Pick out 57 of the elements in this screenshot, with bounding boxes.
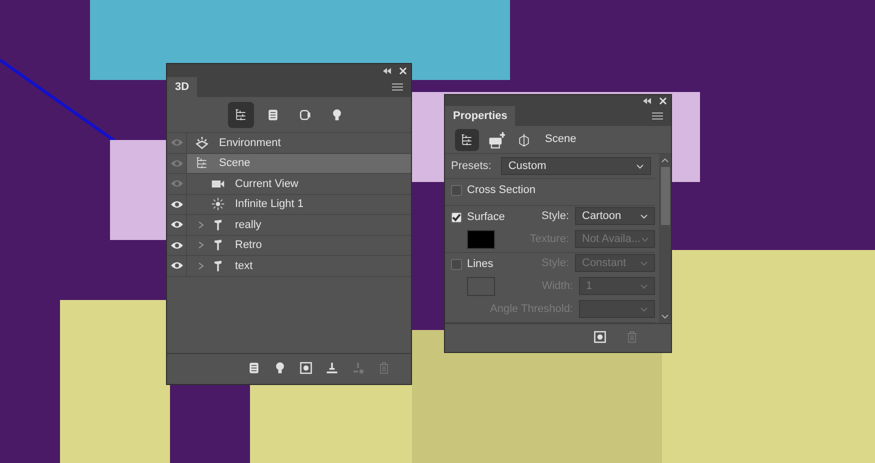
checkbox[interactable] <box>451 184 462 196</box>
chevron-icon[interactable] <box>197 220 205 229</box>
scene-tree-icon <box>195 156 209 170</box>
layer-row[interactable]: Current View <box>187 174 411 194</box>
bulb-icon[interactable] <box>273 360 287 374</box>
dropdown[interactable]: Cartoon <box>575 207 655 225</box>
scene-heading: Scene <box>545 132 576 148</box>
layer-row[interactable]: Infinite Light 1 <box>187 194 411 214</box>
render-icon[interactable] <box>299 360 313 374</box>
panel-tab[interactable]: Properties <box>445 106 516 126</box>
close-icon[interactable] <box>399 66 407 74</box>
menu-icon[interactable] <box>652 112 663 120</box>
checkbox[interactable] <box>451 258 462 270</box>
field-label: Style: <box>541 208 569 224</box>
color-swatch[interactable] <box>467 277 495 296</box>
section-label: Cross Section <box>467 182 536 198</box>
material-icon[interactable] <box>298 108 312 122</box>
cross-section-icon[interactable] <box>517 132 531 146</box>
chevron-down-icon <box>640 236 648 242</box>
layer-row[interactable]: Retro <box>187 236 411 255</box>
layer-row[interactable]: Scene <box>187 154 411 173</box>
chevron-down-icon <box>636 164 644 168</box>
chevron-down-icon <box>640 306 648 312</box>
mode-toggle[interactable] <box>455 128 479 150</box>
checkbox[interactable] <box>451 212 462 222</box>
section-label: Lines <box>467 256 494 272</box>
sun-icon <box>211 197 225 212</box>
chevron-icon[interactable] <box>197 241 205 250</box>
scene-tree-icon[interactable] <box>234 108 248 122</box>
scrollbar[interactable] <box>659 154 671 323</box>
scroll-down-icon[interactable] <box>661 314 669 319</box>
chevron-down-icon <box>640 284 648 288</box>
mesh-icon[interactable] <box>266 108 280 122</box>
presets-label: Presets: <box>451 158 492 174</box>
chevron-down-icon <box>640 260 648 266</box>
ground-icon[interactable] <box>325 360 339 374</box>
toolbar-toggle[interactable] <box>228 102 254 128</box>
bulb-icon[interactable] <box>330 108 344 122</box>
collapse-icon[interactable] <box>643 98 651 104</box>
environment-icon <box>195 136 209 150</box>
section-label: Surface <box>467 210 506 225</box>
mesh-icon[interactable] <box>247 360 261 374</box>
close-icon[interactable] <box>659 96 667 104</box>
scene-tree-icon[interactable] <box>460 132 474 146</box>
chevron-icon[interactable] <box>197 262 205 270</box>
layer-row[interactable]: Environment <box>187 133 411 152</box>
dropdown[interactable]: Custom <box>501 157 652 175</box>
panel-tab[interactable]: 3D <box>167 77 198 97</box>
render-icon[interactable] <box>593 330 607 344</box>
chevron-down-icon <box>640 214 648 218</box>
menu-icon[interactable] <box>392 83 403 91</box>
scroll-thumb[interactable] <box>660 167 670 225</box>
collapse-icon[interactable] <box>383 68 391 74</box>
layer-row[interactable]: text <box>187 256 411 276</box>
scroll-up-icon[interactable] <box>661 158 669 163</box>
layer-row[interactable]: really <box>187 215 411 234</box>
color-swatch[interactable] <box>467 230 495 249</box>
